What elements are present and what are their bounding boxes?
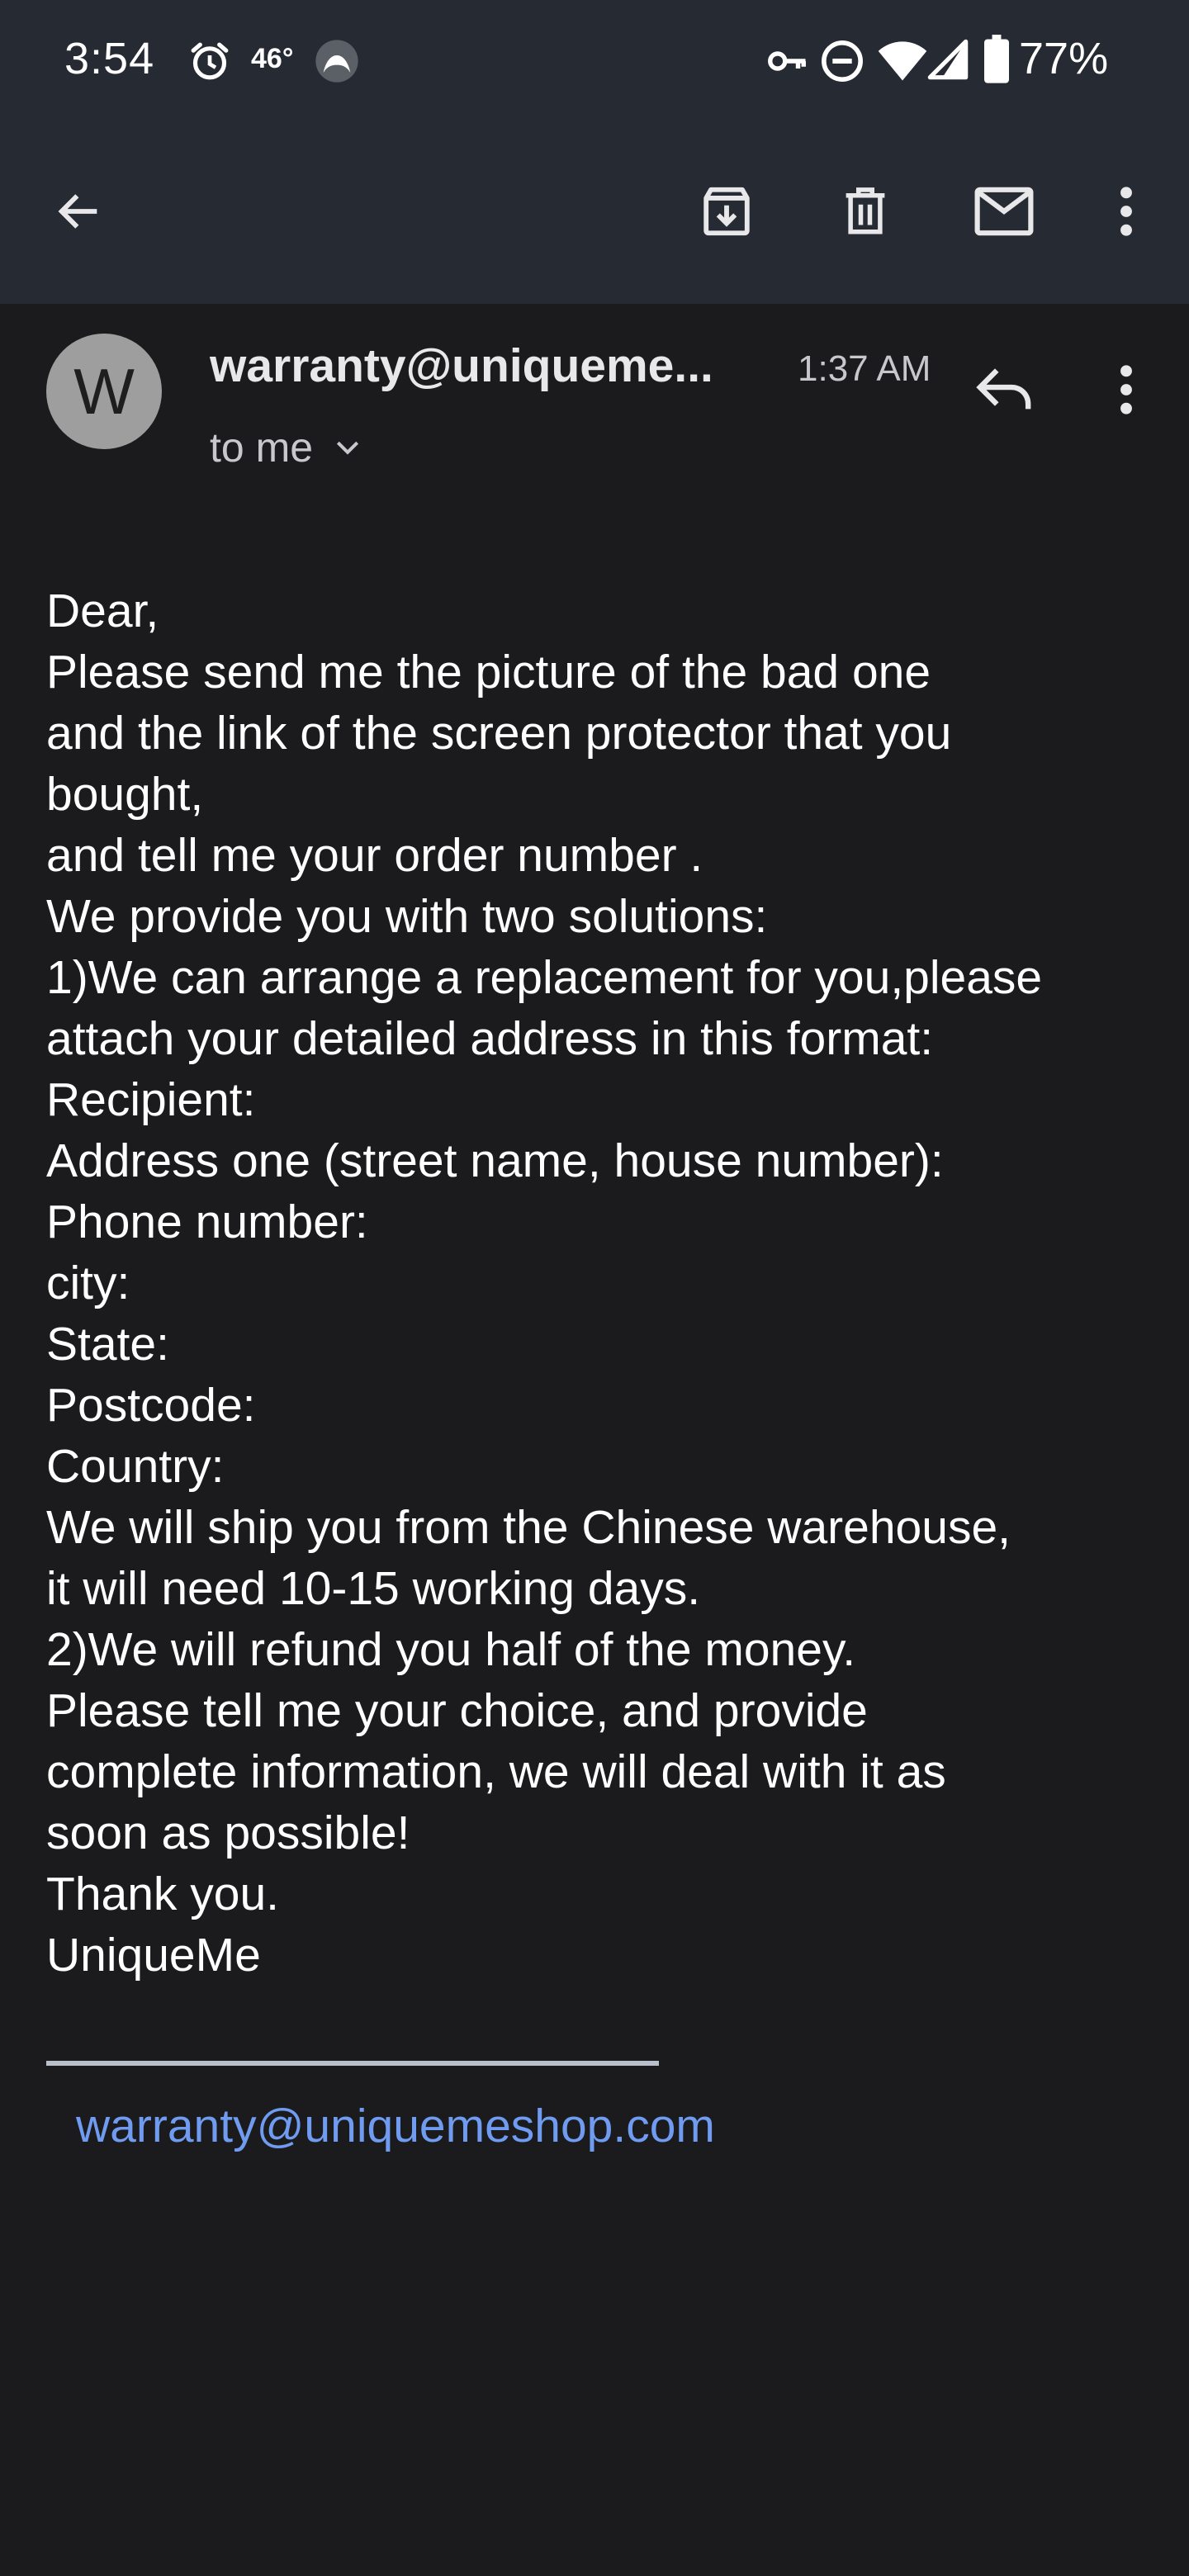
message-more-button[interactable]	[1085, 348, 1168, 431]
body-line: and the link of the screen protector tha…	[46, 707, 952, 760]
weather-icon	[315, 40, 358, 83]
signature-divider	[46, 2061, 659, 2066]
reply-button[interactable]	[963, 348, 1045, 431]
battery-percentage: 77%	[1019, 34, 1109, 83]
body-line: State:	[46, 1318, 169, 1371]
body-line: bought,	[46, 768, 204, 821]
body-line: complete information, we will deal with …	[46, 1745, 946, 1798]
body-line: Thank you.	[46, 1868, 279, 1920]
recipient-label: to me	[210, 424, 314, 471]
message-body: Dear, Please send me the picture of the b…	[46, 580, 1153, 1986]
delete-button[interactable]	[824, 170, 907, 253]
body-line: We will ship you from the Chinese wareho…	[46, 1501, 1011, 1554]
sender-avatar[interactable]: W	[46, 334, 162, 449]
sender-name[interactable]: warranty@uniqueme...	[210, 339, 765, 393]
body-line: Postcode:	[46, 1379, 256, 1432]
message-time: 1:37 AM	[798, 348, 931, 389]
more-vert-icon	[1120, 365, 1132, 414]
wifi-icon	[878, 41, 927, 81]
mark-unread-icon	[974, 187, 1034, 236]
do-not-disturb-icon	[822, 40, 863, 82]
body-line: 1)We can arrange a replacement for you,p…	[46, 951, 1043, 1004]
battery-icon	[984, 35, 1009, 83]
recipient-details-toggle[interactable]: to me	[210, 421, 364, 474]
body-line: Dear,	[46, 585, 159, 637]
back-arrow-icon	[58, 194, 97, 229]
chevron-down-icon	[336, 441, 359, 455]
body-line: Phone number:	[46, 1196, 368, 1248]
body-line: it will need 10-15 working days.	[46, 1562, 701, 1615]
archive-button[interactable]	[685, 170, 768, 253]
status-bar: 3:54 46° 77%	[0, 0, 1189, 122]
alarm-icon	[191, 42, 229, 80]
body-line: attach your detailed address in this for…	[46, 1012, 934, 1065]
body-line: city:	[46, 1257, 130, 1309]
body-line: Country:	[46, 1440, 225, 1493]
signature-email-link[interactable]: warranty@uniquemeshop.com	[76, 2099, 715, 2153]
body-line: UniqueMe	[46, 1929, 261, 1982]
body-line: We provide you with two solutions:	[46, 890, 768, 943]
more-vert-icon	[1120, 187, 1132, 236]
archive-icon	[703, 187, 750, 236]
delete-icon	[846, 187, 885, 234]
body-line: Please send me the picture of the bad on…	[46, 646, 931, 698]
back-button[interactable]	[38, 170, 121, 253]
body-line: Please tell me your choice, and provide	[46, 1684, 868, 1737]
body-line: 2)We will refund you half of the money.	[46, 1623, 856, 1676]
mark-unread-button[interactable]	[963, 170, 1045, 253]
more-options-button[interactable]	[1085, 170, 1168, 253]
reply-icon	[976, 368, 1031, 410]
body-line: Recipient:	[46, 1073, 256, 1126]
body-line: Address one (street name, house number):	[46, 1134, 944, 1187]
vpn-key-icon	[768, 51, 806, 71]
body-line: and tell me your order number .	[46, 829, 703, 882]
status-time: 3:54	[64, 34, 155, 83]
cell-signal-icon	[927, 39, 969, 80]
status-temperature: 46°	[251, 43, 294, 74]
body-line: soon as possible!	[46, 1807, 410, 1859]
